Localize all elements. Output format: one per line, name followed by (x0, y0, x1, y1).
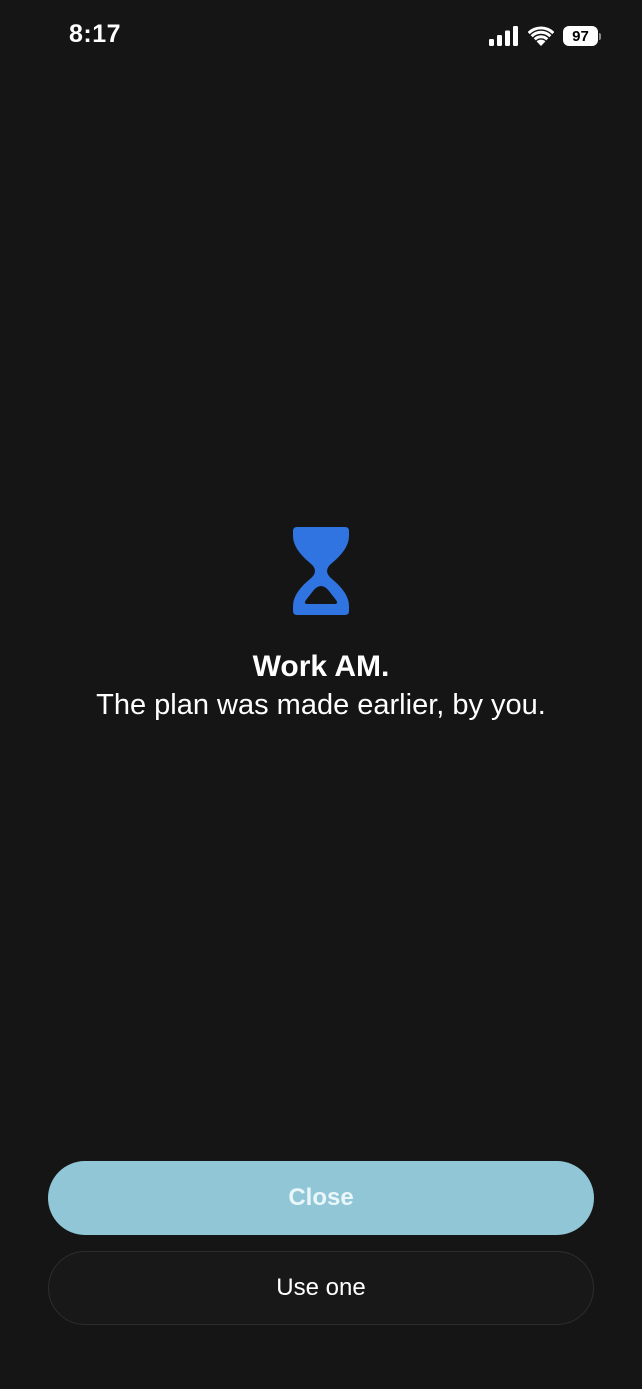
status-icons: 97 (489, 24, 601, 48)
close-button[interactable]: Close (48, 1161, 594, 1235)
downtime-message: Work AM. The plan was made earlier, by y… (0, 527, 642, 725)
status-bar: 8:17 97 (0, 0, 642, 72)
use-one-button[interactable]: Use one (48, 1251, 594, 1325)
page-subtitle: The plan was made earlier, by you. (96, 689, 546, 721)
hourglass-icon (293, 527, 349, 615)
status-time: 8:17 (69, 20, 122, 48)
page-title: Work AM. (252, 650, 390, 683)
cellular-signal-icon (489, 26, 518, 46)
battery-icon: 97 (563, 25, 601, 47)
battery-nub (599, 32, 601, 40)
wifi-icon (528, 26, 554, 46)
battery-level: 97 (563, 26, 599, 46)
